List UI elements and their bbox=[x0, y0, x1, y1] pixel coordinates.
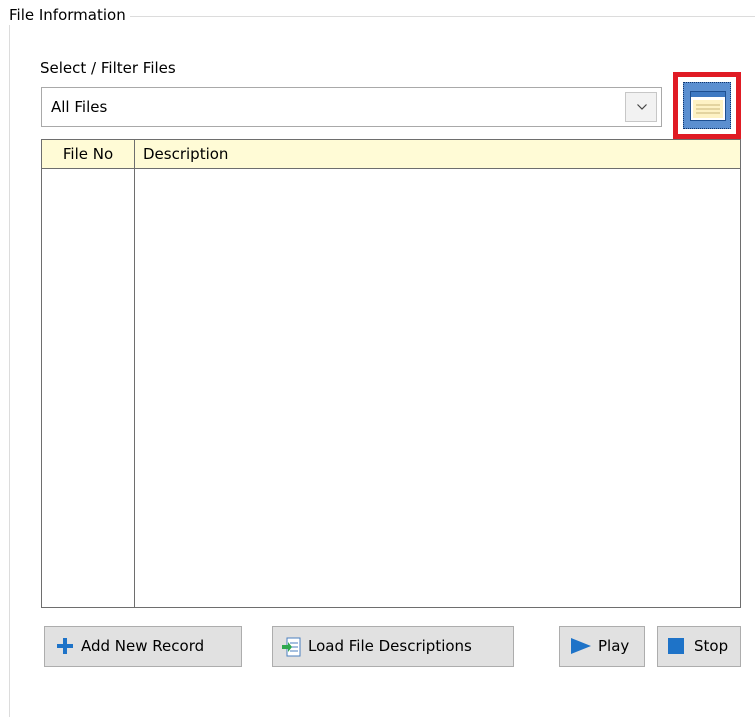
play-icon bbox=[571, 638, 591, 654]
chevron-down-icon bbox=[637, 104, 647, 110]
stop-icon bbox=[668, 638, 684, 654]
browse-button-face bbox=[683, 82, 731, 129]
file-filter-selected-value: All Files bbox=[51, 98, 108, 116]
column-header-description[interactable]: Description bbox=[143, 140, 228, 168]
filter-label: Select / Filter Files bbox=[40, 59, 176, 77]
plus-icon bbox=[57, 638, 73, 654]
play-button[interactable]: Play bbox=[559, 626, 645, 667]
group-title: File Information bbox=[7, 5, 130, 25]
window-icon bbox=[690, 91, 726, 121]
grid-header: File No Description bbox=[42, 140, 740, 169]
add-new-record-button[interactable]: Add New Record bbox=[44, 626, 242, 667]
file-filter-dropdown[interactable]: All Files bbox=[41, 87, 662, 127]
play-label: Play bbox=[598, 637, 630, 655]
column-divider bbox=[134, 169, 135, 607]
browse-button[interactable] bbox=[673, 72, 741, 139]
load-file-descriptions-label: Load File Descriptions bbox=[308, 637, 472, 655]
load-file-descriptions-button[interactable]: Load File Descriptions bbox=[272, 626, 514, 667]
dropdown-toggle-button[interactable] bbox=[625, 92, 657, 122]
stop-label: Stop bbox=[694, 637, 729, 655]
stop-button[interactable]: Stop bbox=[657, 626, 741, 667]
column-header-file-no[interactable]: File No bbox=[42, 140, 135, 168]
add-new-record-label: Add New Record bbox=[81, 637, 205, 655]
files-grid[interactable]: File No Description bbox=[41, 139, 741, 608]
import-icon bbox=[282, 637, 301, 657]
